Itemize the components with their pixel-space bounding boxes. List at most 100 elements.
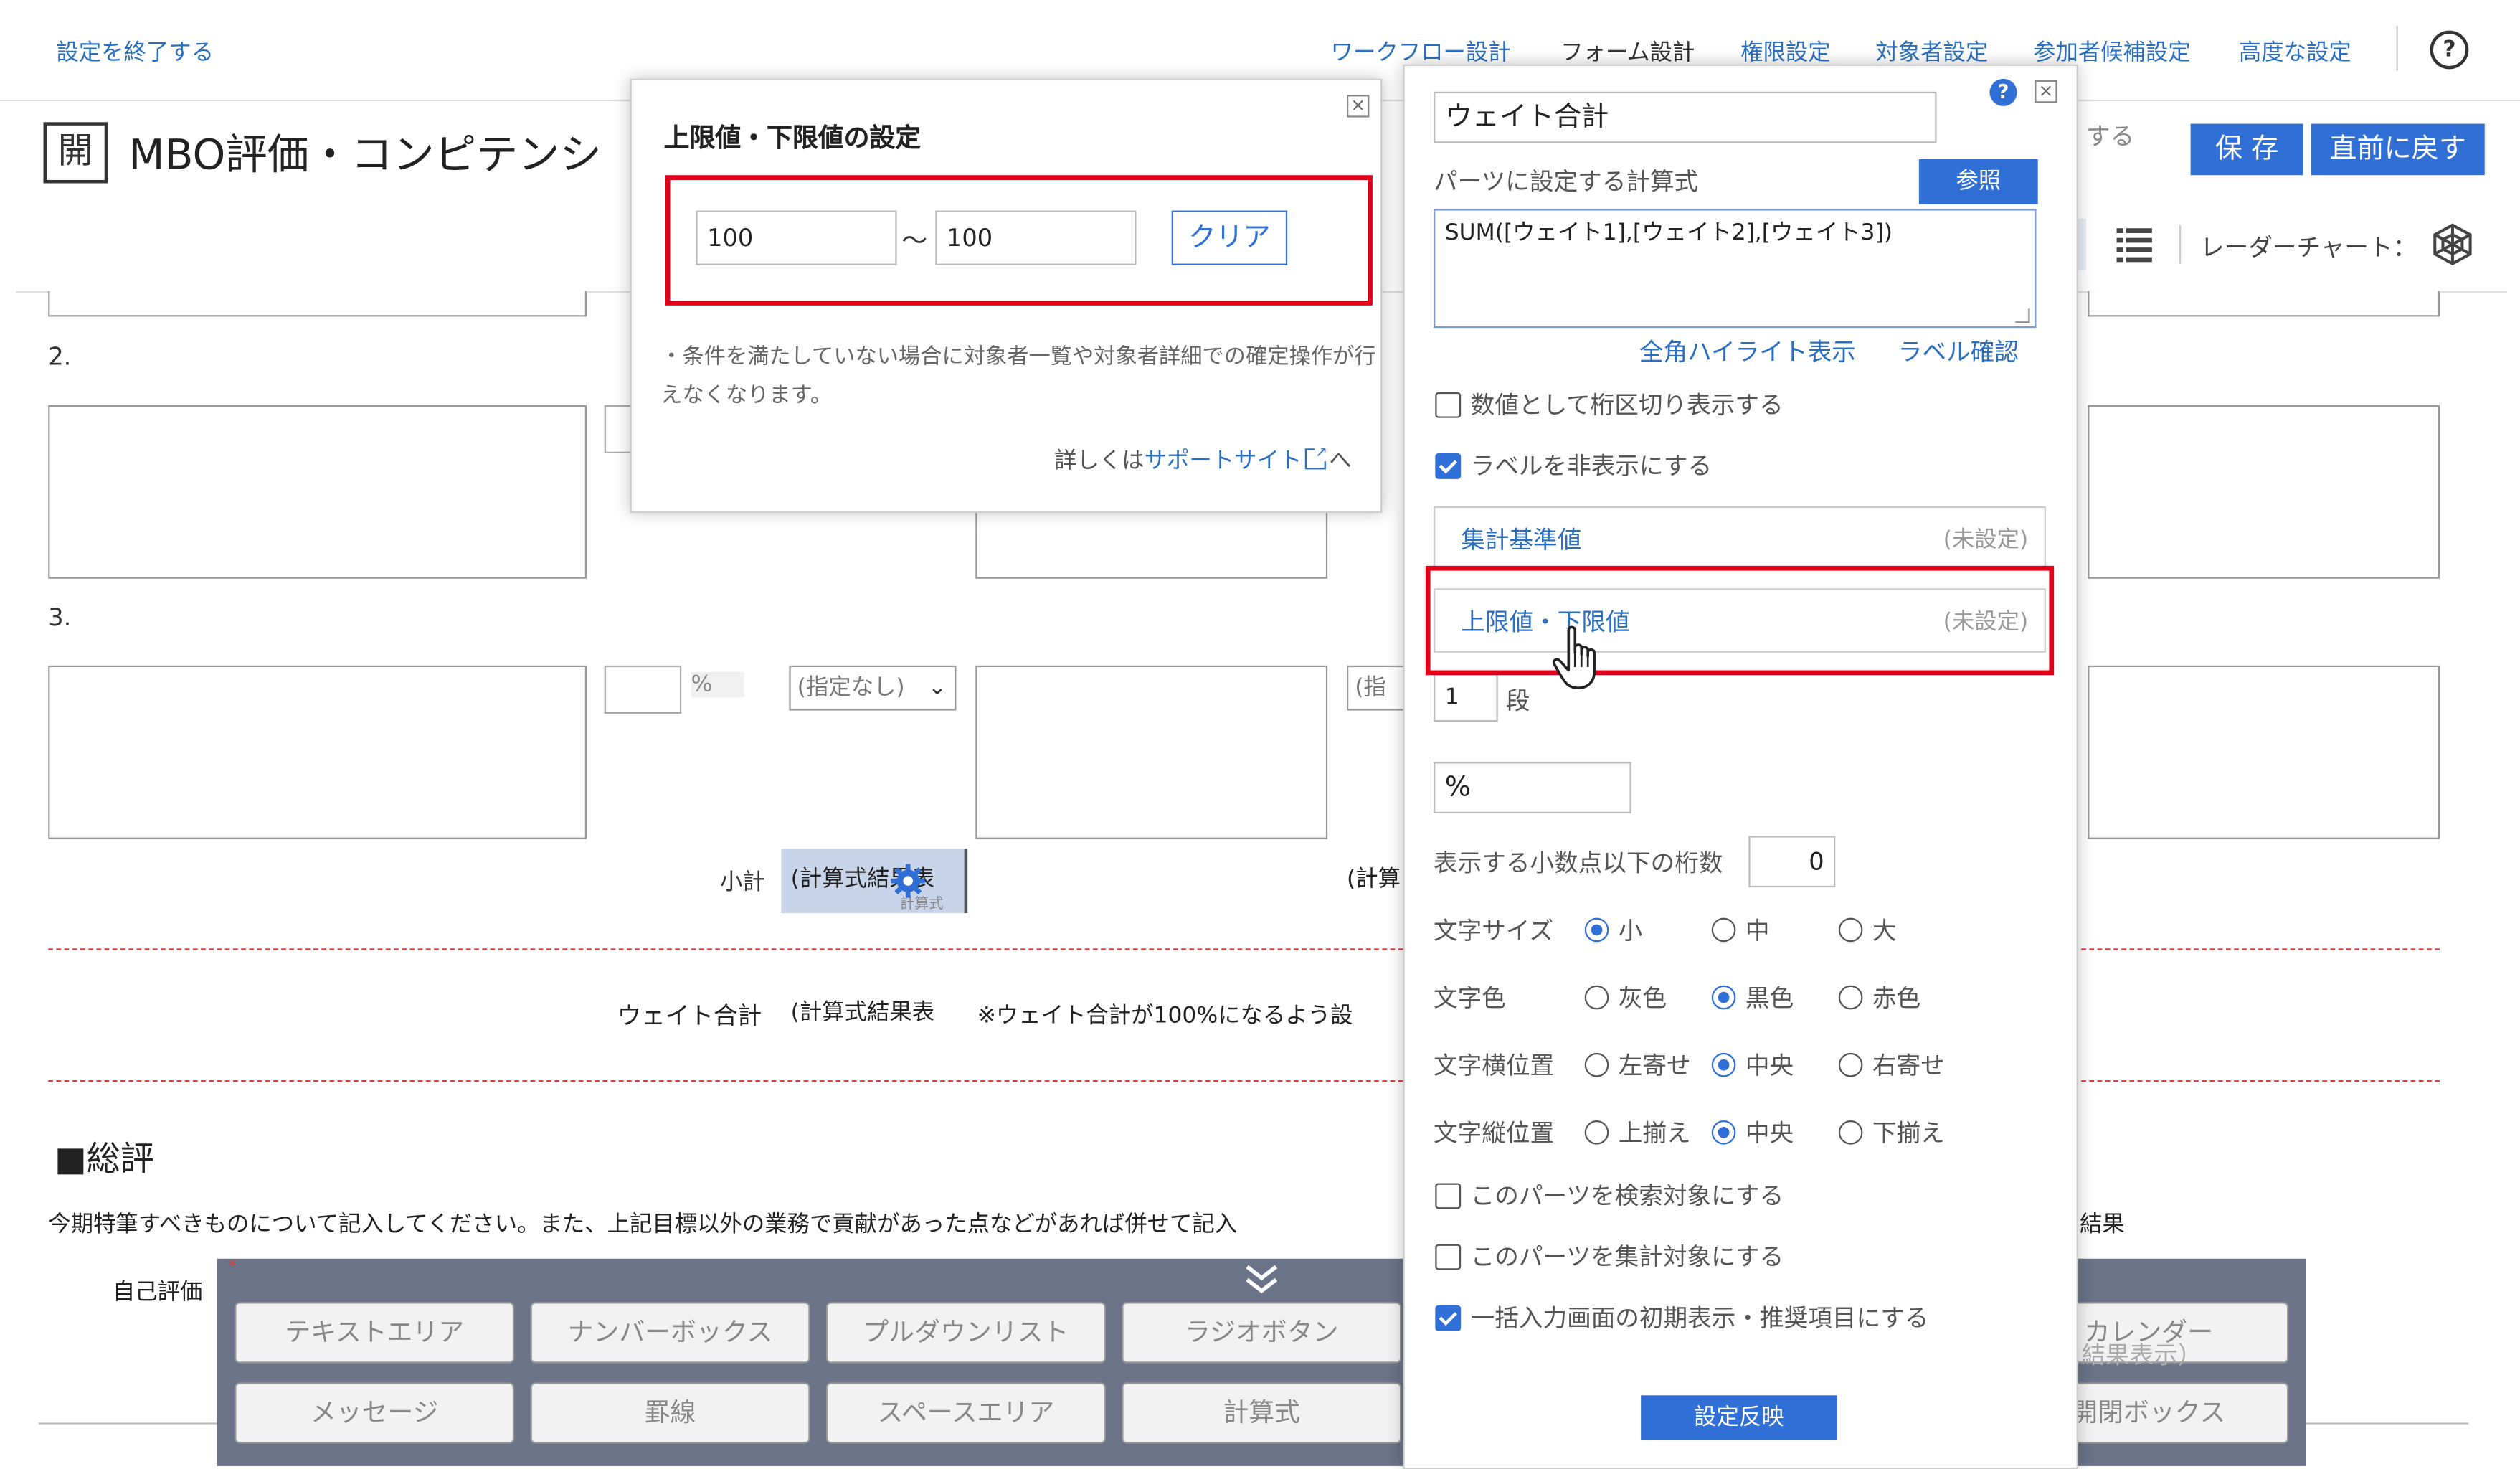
nav-divider bbox=[2396, 25, 2398, 71]
revert-button[interactable]: 直前に戻す bbox=[2311, 123, 2485, 176]
palette-textarea-button[interactable]: テキストエリア bbox=[235, 1302, 515, 1364]
row3-grade-value: (指定なし) bbox=[797, 675, 905, 702]
nav-permissions[interactable]: 権限設定 bbox=[1740, 35, 1831, 67]
decimals-input[interactable]: 0 bbox=[1748, 836, 1836, 888]
toolbar-divider bbox=[2179, 225, 2182, 264]
nav-workflow[interactable]: ワークフロー設計 bbox=[1331, 35, 1511, 67]
row3-percent: % bbox=[691, 671, 745, 698]
nav-form-design[interactable]: フォーム設計 bbox=[1560, 35, 1695, 67]
save-button[interactable]: 保 存 bbox=[2190, 123, 2303, 176]
unit-input[interactable]: % bbox=[1434, 762, 1631, 813]
row3-grade-select[interactable]: (指定なし) ⌄ bbox=[789, 665, 957, 711]
weight-total-note: ※ウェイト合計が100%になるよう設 bbox=[977, 1003, 1353, 1029]
app-root: 設定を終了する ワークフロー設計 フォーム設計 権限設定 対象者設定 参加者候補… bbox=[0, 0, 2520, 1469]
palette-space-button[interactable]: スペースエリア bbox=[825, 1382, 1106, 1444]
exit-settings-link[interactable]: 設定を終了する bbox=[56, 35, 214, 67]
question-icon[interactable]: ? bbox=[1989, 78, 2017, 106]
row3-eval-value: (指 bbox=[1355, 675, 1386, 702]
valign-middle-radio[interactable] bbox=[1711, 1120, 1736, 1145]
subtotal-label: 小計 bbox=[720, 869, 765, 896]
section-description-tail: 結果 bbox=[2079, 1211, 2125, 1238]
hexagon-icon[interactable] bbox=[2430, 222, 2476, 267]
row1-right-textarea-bottom[interactable] bbox=[2088, 291, 2440, 317]
list-icon[interactable] bbox=[2115, 225, 2154, 264]
dashed-separator-1 bbox=[48, 948, 2440, 950]
palette-numberbox-button[interactable]: ナンバーボックス bbox=[530, 1302, 810, 1364]
part-name-input[interactable]: ウェイト合計 bbox=[1434, 91, 1937, 143]
fullwidth-highlight-link[interactable]: 全角ハイライト表示 bbox=[1639, 334, 1856, 368]
limit-popup-title: 上限値・下限値の設定 bbox=[663, 122, 922, 153]
halign-center-radio[interactable] bbox=[1711, 1052, 1736, 1077]
subtotal-formula-part[interactable]: (計算式結果表 計算式 bbox=[781, 849, 968, 913]
close-icon[interactable]: × bbox=[2035, 80, 2057, 103]
row2-weight-input[interactable] bbox=[604, 405, 633, 453]
formula-textarea[interactable]: SUM([ウェイト1],[ウェイト2],[ウェイト3]) bbox=[1434, 209, 2037, 329]
weight-total-formula[interactable]: (計算式結果表 bbox=[791, 995, 935, 1027]
font-color-red-radio[interactable] bbox=[1838, 985, 1863, 1010]
palette-message-button[interactable]: メッセージ bbox=[235, 1382, 515, 1444]
bulk-input-checkbox[interactable] bbox=[1435, 1305, 1462, 1331]
palette-radio-button[interactable]: ラジオボタン bbox=[1122, 1302, 1402, 1364]
hide-label-label: ラベルを非表示にする bbox=[1470, 451, 1713, 481]
font-color-gray-radio[interactable] bbox=[1584, 985, 1609, 1010]
halign-left-label: 左寄せ bbox=[1618, 1051, 1691, 1081]
highlight-limit-inputs bbox=[665, 175, 1373, 306]
aggregate-target-label: このパーツを集計対象にする bbox=[1470, 1242, 1784, 1272]
question-circle-icon[interactable]: ? bbox=[2430, 30, 2469, 70]
nav-candidates[interactable]: 参加者候補設定 bbox=[2033, 35, 2191, 67]
required-marker: * bbox=[228, 1258, 237, 1277]
valign-label: 文字縦位置 bbox=[1434, 1118, 1555, 1148]
formula-text: SUM([ウェイト1],[ウェイト2],[ウェイト3]) bbox=[1444, 220, 1893, 246]
aggregate-target-checkbox[interactable] bbox=[1435, 1244, 1462, 1270]
font-size-large-radio[interactable] bbox=[1838, 917, 1863, 943]
bulk-input-label: 一括入力画面の初期表示・推奨項目にする bbox=[1470, 1303, 1929, 1333]
font-color-gray-label: 灰色 bbox=[1618, 983, 1667, 1013]
font-color-label: 文字色 bbox=[1434, 983, 1506, 1013]
close-icon[interactable]: × bbox=[1347, 95, 1370, 118]
gear-icon[interactable] bbox=[891, 863, 926, 898]
nav-advanced[interactable]: 高度な設定 bbox=[2239, 35, 2351, 67]
support-site-link[interactable]: サポートサイト bbox=[1145, 448, 1302, 474]
valign-top-radio[interactable] bbox=[1584, 1120, 1609, 1145]
palette-pulldown-button[interactable]: プルダウンリスト bbox=[825, 1302, 1106, 1364]
page-title: MBO評価・コンピテンシ bbox=[128, 131, 602, 181]
separator-checkbox[interactable] bbox=[1435, 392, 1462, 418]
double-chevron-down-icon[interactable] bbox=[1239, 1262, 1284, 1297]
reference-button[interactable]: 参照 bbox=[1918, 159, 2038, 204]
hide-label-checkbox[interactable] bbox=[1435, 453, 1462, 479]
apply-settings-button[interactable]: 設定反映 bbox=[1641, 1395, 1837, 1441]
valign-bottom-radio[interactable] bbox=[1838, 1120, 1863, 1145]
row1-textarea-bottom[interactable] bbox=[48, 291, 587, 317]
row3-right-textarea[interactable] bbox=[2088, 665, 2440, 839]
nav-targets[interactable]: 対象者設定 bbox=[1875, 35, 1988, 67]
subtotal-formula-partial[interactable]: (計算 bbox=[1347, 861, 1401, 894]
rows-input[interactable]: 1 bbox=[1434, 674, 1498, 722]
palette-rule-button[interactable]: 罫線 bbox=[530, 1382, 810, 1444]
font-size-medium-label: 中 bbox=[1745, 916, 1770, 945]
font-color-black-radio[interactable] bbox=[1711, 985, 1736, 1010]
support-link-row: 詳しくはサポートサイト ↗ へ bbox=[1054, 444, 1352, 476]
resize-handle-icon[interactable] bbox=[2015, 308, 2030, 323]
limit-note: ・条件を満たしていない場合に対象者一覧や対象者詳細での確定操作が行えなくなります… bbox=[660, 344, 1376, 409]
row3-label: 3. bbox=[48, 603, 72, 632]
halign-right-radio[interactable] bbox=[1838, 1052, 1863, 1077]
highlight-limit-row bbox=[1425, 565, 2055, 676]
font-size-medium-radio[interactable] bbox=[1711, 917, 1736, 943]
form-status-badge: 開 bbox=[43, 122, 108, 184]
valign-top-label: 上揃え bbox=[1618, 1118, 1691, 1148]
row2-goal-textarea[interactable] bbox=[48, 405, 587, 579]
row3-goal-textarea[interactable] bbox=[48, 665, 587, 839]
halign-left-radio[interactable] bbox=[1584, 1052, 1609, 1077]
label-check-link[interactable]: ラベル確認 bbox=[1898, 334, 2019, 368]
palette-formula-button[interactable]: 計算式 bbox=[1122, 1382, 1402, 1444]
row2-right-textarea[interactable] bbox=[2088, 405, 2440, 579]
row3-eval-select[interactable]: (指 bbox=[1347, 665, 1403, 711]
search-target-checkbox[interactable] bbox=[1435, 1183, 1462, 1209]
font-size-small-label: 小 bbox=[1618, 916, 1643, 945]
font-size-small-radio[interactable] bbox=[1584, 917, 1609, 943]
row3-result-textarea[interactable] bbox=[975, 665, 1328, 839]
aggregate-base-row[interactable]: 集計基準値 (未設定) bbox=[1434, 506, 2046, 571]
valign-middle-label: 中央 bbox=[1745, 1118, 1794, 1148]
row3-weight-input[interactable] bbox=[604, 665, 682, 714]
support-suffix: へ bbox=[1329, 448, 1352, 475]
